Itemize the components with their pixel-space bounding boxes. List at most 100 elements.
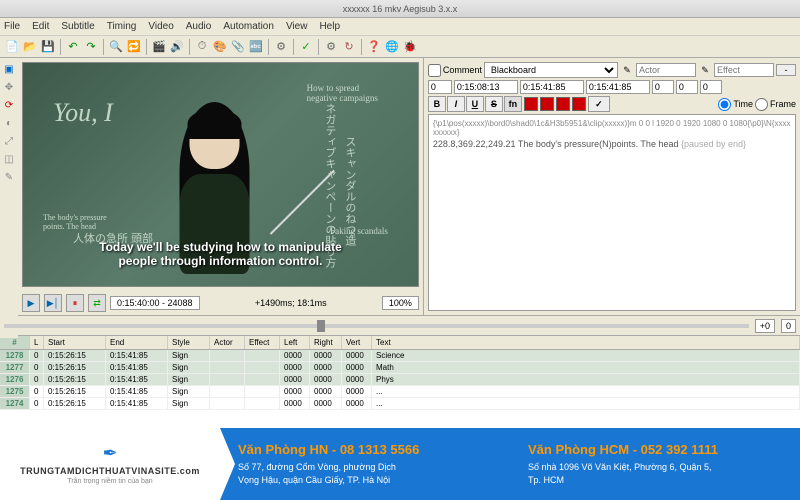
col-text[interactable]: Text xyxy=(372,336,800,349)
col-L[interactable]: L xyxy=(30,336,44,349)
undo-icon[interactable]: ↶ xyxy=(65,39,81,55)
menu-audio[interactable]: Audio xyxy=(186,21,212,32)
audio-pos-input[interactable]: +0 xyxy=(755,319,775,333)
menu-timing[interactable]: Timing xyxy=(107,21,137,32)
audio-seek-bar: +0 0 xyxy=(0,315,800,335)
line-content: 228.8,369.22,249.21 The body's pressure(… xyxy=(433,139,791,149)
style-select[interactable]: Blackboard xyxy=(484,62,618,78)
grid-header: # L Start End Style Actor Effect Left Ri… xyxy=(0,336,800,350)
time-radio[interactable] xyxy=(718,98,731,111)
bold-button[interactable]: B xyxy=(428,96,446,112)
menu-subtitle[interactable]: Subtitle xyxy=(61,21,94,32)
italic-button[interactable]: I xyxy=(447,96,465,112)
col-start[interactable]: Start xyxy=(44,336,106,349)
cell-left: 0000 xyxy=(280,350,310,361)
col-actor[interactable]: Actor xyxy=(210,336,245,349)
main-toolbar: 📄 📂 💾 ↶ ↷ 🔍 🔁 🎬 🔊 ⏱ 🎨 📎 🔤 ⚙ ✓ ⚙ ↻ ❓ 🌐 🐞 xyxy=(0,36,800,58)
autoscroll-button[interactable]: ⇄ xyxy=(88,294,106,312)
audio-dur-input[interactable]: 0 xyxy=(781,319,796,333)
layer-input[interactable] xyxy=(428,80,452,94)
cell-style: Sign xyxy=(168,350,210,361)
menu-video[interactable]: Video xyxy=(148,21,173,32)
menu-edit[interactable]: Edit xyxy=(32,21,49,32)
col-end[interactable]: End xyxy=(106,336,168,349)
fonts-collector-icon[interactable]: 🔤 xyxy=(248,39,264,55)
col-right[interactable]: Right xyxy=(310,336,342,349)
style-edit-icon[interactable]: ✎ xyxy=(620,65,634,76)
duration-input[interactable] xyxy=(586,80,650,94)
spellcheck-icon[interactable]: ✓ xyxy=(298,39,314,55)
rotate-z-tool-icon[interactable]: ⟳ xyxy=(3,100,15,112)
find-icon[interactable]: 🔍 xyxy=(108,39,124,55)
table-row[interactable]: 127700:15:26:150:15:41:85Sign00000000000… xyxy=(0,362,800,374)
play-line-button[interactable]: ▶│ xyxy=(44,294,62,312)
replace-icon[interactable]: 🔁 xyxy=(126,39,142,55)
video-time-display: 0:15:40:00 - 24088 xyxy=(110,296,200,310)
color1-swatch[interactable] xyxy=(524,97,538,111)
subtitle-text-area[interactable]: {\p1\pos(xxxxx)\bord0\shad0\1c&H3b5951&\… xyxy=(428,114,796,311)
start-time-input[interactable] xyxy=(454,80,518,94)
margin-v-input[interactable] xyxy=(700,80,722,94)
vector-clip-tool-icon[interactable]: ✎ xyxy=(3,172,15,184)
cell-text: ... xyxy=(372,398,800,409)
effect-input[interactable] xyxy=(714,63,774,77)
cell-actor xyxy=(210,386,245,397)
cell-left: 0000 xyxy=(280,398,310,409)
col-left[interactable]: Left xyxy=(280,336,310,349)
col-style[interactable]: Style xyxy=(168,336,210,349)
frame-radio[interactable] xyxy=(755,98,768,111)
standard-tool-icon[interactable]: ▣ xyxy=(3,64,15,76)
pause-button[interactable]: ⏸ xyxy=(66,294,84,312)
cycle-tag-icon[interactable]: ↻ xyxy=(341,39,357,55)
color2-swatch[interactable] xyxy=(540,97,554,111)
margin-r-input[interactable] xyxy=(676,80,698,94)
comment-checkbox[interactable] xyxy=(428,64,441,77)
cell-style: Sign xyxy=(168,362,210,373)
menu-view[interactable]: View xyxy=(286,21,308,32)
color4-swatch[interactable] xyxy=(572,97,586,111)
commit-button[interactable]: ✓ xyxy=(588,96,610,112)
col-effect[interactable]: Effect xyxy=(245,336,280,349)
table-row[interactable]: 127800:15:26:150:15:41:85Sign00000000000… xyxy=(0,350,800,362)
shift-times-icon[interactable]: ⏱ xyxy=(194,39,210,55)
forum-icon[interactable]: 🌐 xyxy=(384,39,400,55)
table-row[interactable]: 127500:15:26:150:15:41:85Sign00000000000… xyxy=(0,386,800,398)
settings-icon[interactable]: ⚙ xyxy=(323,39,339,55)
zoom-display[interactable]: 100% xyxy=(382,296,419,310)
redo-icon[interactable]: ↷ xyxy=(83,39,99,55)
automation-icon[interactable]: ⚙ xyxy=(273,39,289,55)
end-time-input[interactable] xyxy=(520,80,584,94)
play-button[interactable]: ▶ xyxy=(22,294,40,312)
clip-tool-icon[interactable]: ◫ xyxy=(3,154,15,166)
col-vert[interactable]: Vert xyxy=(342,336,372,349)
font-button[interactable]: fn xyxy=(504,96,522,112)
rotate-xy-tool-icon[interactable]: ◐ xyxy=(3,118,15,130)
actor-edit-icon[interactable]: ✎ xyxy=(698,65,712,76)
cell-actor xyxy=(210,350,245,361)
color3-swatch[interactable] xyxy=(556,97,570,111)
bug-icon[interactable]: 🐞 xyxy=(402,39,418,55)
scale-tool-icon[interactable]: ⤢ xyxy=(3,136,15,148)
grid-body: 127800:15:26:150:15:41:85Sign00000000000… xyxy=(0,350,800,410)
open-video-icon[interactable]: 🎬 xyxy=(151,39,167,55)
underline-button[interactable]: U xyxy=(466,96,484,112)
video-display[interactable]: You, I How to spread negative campaigns … xyxy=(22,62,419,287)
open-audio-icon[interactable]: 🔊 xyxy=(169,39,185,55)
attachments-icon[interactable]: 📎 xyxy=(230,39,246,55)
save-icon[interactable]: 💾 xyxy=(40,39,56,55)
menu-file[interactable]: File xyxy=(4,21,20,32)
styles-manager-icon[interactable]: 🎨 xyxy=(212,39,228,55)
open-icon[interactable]: 📂 xyxy=(22,39,38,55)
strike-button[interactable]: S xyxy=(485,96,503,112)
table-row[interactable]: 127400:15:26:150:15:41:85Sign00000000000… xyxy=(0,398,800,410)
margin-l-input[interactable] xyxy=(652,80,674,94)
drag-tool-icon[interactable]: ✥ xyxy=(3,82,15,94)
table-row[interactable]: 127600:15:26:150:15:41:85Sign00000000000… xyxy=(0,374,800,386)
actor-input[interactable] xyxy=(636,63,696,77)
menu-automation[interactable]: Automation xyxy=(223,21,274,32)
cell-L: 0 xyxy=(30,374,44,385)
menu-help[interactable]: Help xyxy=(319,21,340,32)
video-seek-slider[interactable] xyxy=(4,324,749,328)
new-icon[interactable]: 📄 xyxy=(4,39,20,55)
help-icon[interactable]: ❓ xyxy=(366,39,382,55)
